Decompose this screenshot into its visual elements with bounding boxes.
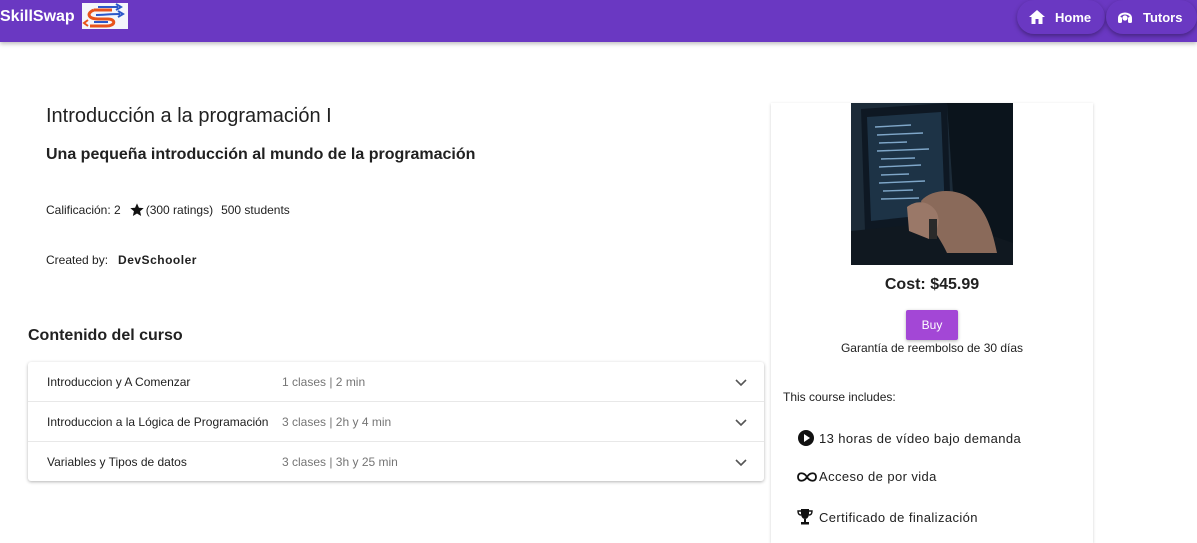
creator-name[interactable]: DevSchooler (118, 253, 197, 267)
accordion-item[interactable]: Introduccion y A Comenzar 1 clases | 2 m… (28, 362, 764, 402)
accordion-item[interactable]: Variables y Tipos de datos 3 clases | 3h… (28, 442, 764, 481)
chevron-down-icon[interactable] (734, 375, 748, 389)
infinity-icon (797, 471, 819, 483)
rating-row: Calificación: 2 (300 ratings) 500 studen… (46, 202, 290, 218)
section-meta: 3 clases | 2h y 4 min (282, 415, 392, 429)
nav-tutors-button[interactable]: Tutors (1106, 0, 1197, 34)
include-text: Certificado de finalización (819, 509, 978, 525)
buy-button[interactable]: Buy (906, 310, 958, 340)
logo-icon[interactable] (82, 3, 128, 29)
nav-home-button[interactable]: Home (1017, 0, 1105, 34)
nav-tutors-label: Tutors (1143, 9, 1183, 25)
nav-home-label: Home (1055, 9, 1092, 25)
include-text: 13 horas de vídeo bajo demanda (819, 430, 1022, 446)
purchase-card: Cost: $45.99 Buy Garantía de reembolso d… (771, 103, 1093, 543)
section-title: Introduccion y A Comenzar (47, 375, 191, 389)
play-circle-icon (797, 429, 819, 447)
include-item: Certificado de finalización (797, 508, 978, 526)
section-title: Introduccion a la Lógica de Programación (47, 415, 269, 429)
created-by-label: Created by: (46, 253, 109, 267)
creator-row: Created by: DevSchooler (46, 253, 197, 267)
students-count: 500 students (221, 203, 290, 217)
accordion-item[interactable]: Introduccion a la Lógica de Programación… (28, 402, 764, 442)
course-cost: Cost: $45.99 (884, 276, 980, 293)
ratings-count: (300 ratings) (145, 203, 214, 217)
rating-label: Calificación: 2 (46, 203, 121, 217)
headset-icon (1118, 12, 1132, 23)
trophy-icon (797, 508, 819, 526)
include-item: 13 horas de vídeo bajo demanda (797, 429, 1021, 447)
section-title: Variables y Tipos de datos (47, 455, 187, 469)
include-text: Acceso de por vida (819, 469, 937, 484)
course-subtitle: Una pequeña introducción al mundo de la … (46, 146, 476, 163)
content-accordion: Introduccion y A Comenzar 1 clases | 2 m… (28, 362, 764, 481)
course-title: Introducción a la programación I (46, 105, 332, 127)
home-icon (1029, 10, 1045, 24)
section-meta: 3 clases | 3h y 25 min (282, 455, 398, 469)
course-thumbnail (851, 103, 1013, 265)
include-item: Acceso de por vida (797, 469, 937, 484)
brand-name[interactable]: SkillSwap (0, 8, 75, 26)
section-meta: 1 clases | 2 min (282, 375, 366, 389)
star-icon (130, 203, 144, 216)
includes-title: This course includes: (783, 390, 896, 404)
content-title: Contenido del curso (28, 327, 183, 344)
app-bar: SkillSwap Home Tutors (0, 0, 1197, 42)
chevron-down-icon[interactable] (734, 415, 748, 429)
chevron-down-icon[interactable] (734, 455, 748, 469)
refund-guarantee: Garantía de reembolso de 30 días (840, 341, 1024, 355)
